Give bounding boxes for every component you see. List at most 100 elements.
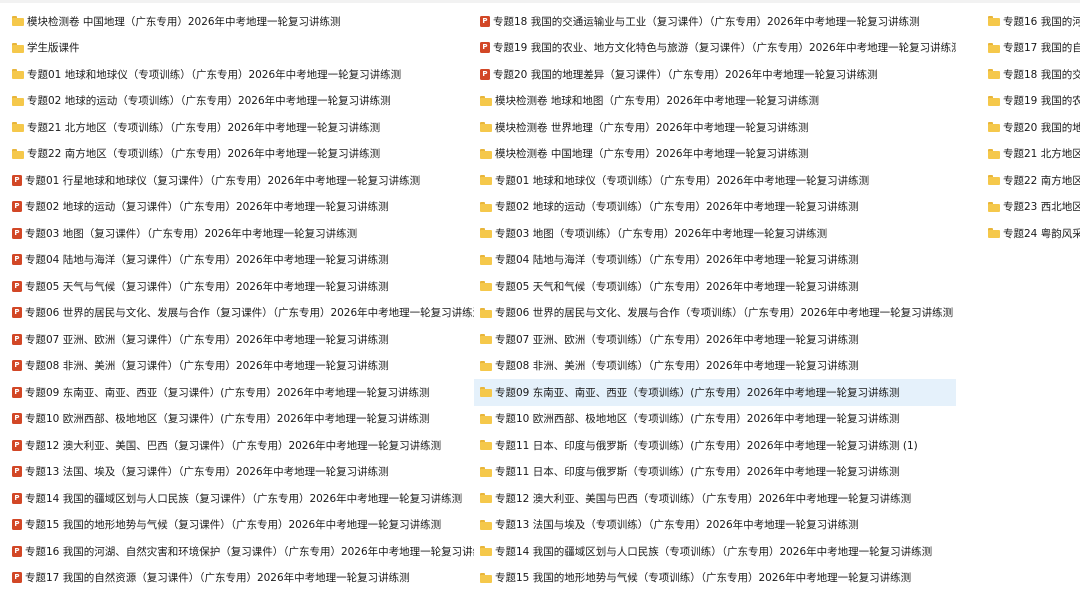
ppt-file-item[interactable]: 专题14 我国的疆域区划与人口民族（复习课件）（广东专用）2026年中考地理一轮…: [6, 485, 474, 512]
ppt-file-item[interactable]: 专题02 地球的运动（复习课件）（广东专用）2026年中考地理一轮复习讲练测: [6, 194, 474, 221]
powerpoint-file-icon: [12, 333, 22, 345]
item-name-label: 专题12 澳大利亚、美国与巴西（专项训练）（广东专用）2026年中考地理一轮复习…: [495, 492, 912, 505]
item-name-label: 专题24 粤韵风采一: [1003, 227, 1080, 240]
item-name-label: 专题08 非洲、美洲（复习课件）（广东专用）2026年中考地理一轮复习讲练测: [25, 360, 389, 373]
ppt-file-item[interactable]: 专题09 东南亚、南亚、西亚（复习课件）(广东专用）2026年中考地理一轮复习讲…: [6, 379, 474, 406]
item-name-label: 专题14 我国的疆域区划与人口民族（复习课件）（广东专用）2026年中考地理一轮…: [25, 492, 463, 505]
powerpoint-file-icon: [12, 492, 22, 504]
item-name-label: 专题17 我国的自然资源（复习课件）（广东专用）2026年中考地理一轮复习讲练测: [25, 572, 410, 585]
folder-item[interactable]: 专题15 我国的地形地势与气候（专项训练）（广东专用）2026年中考地理一轮复习…: [474, 565, 956, 592]
item-name-label: 模块检测卷 地球和地图（广东专用）2026年中考地理一轮复习讲练测: [495, 95, 820, 108]
folder-item[interactable]: 专题07 亚洲、欧洲（专项训练）（广东专用）2026年中考地理一轮复习讲练测: [474, 326, 956, 353]
folder-item[interactable]: 专题05 天气和气候（专项训练）（广东专用）2026年中考地理一轮复习讲练测: [474, 273, 956, 300]
item-name-label: 专题11 日本、印度与俄罗斯（专项训练）(广东专用）2026年中考地理一轮复习讲…: [495, 466, 900, 479]
folder-item[interactable]: 专题11 日本、印度与俄罗斯（专项训练）(广东专用）2026年中考地理一轮复习讲…: [474, 459, 956, 486]
folder-item[interactable]: 专题01 地球和地球仪（专项训练）（广东专用）2026年中考地理一轮复习讲练测: [6, 61, 474, 88]
powerpoint-file-icon: [12, 307, 22, 319]
folder-item[interactable]: 专题08 非洲、美洲（专项训练）（广东专用）2026年中考地理一轮复习讲练测: [474, 353, 956, 380]
item-name-label: 专题10 欧洲西部、极地地区（专项训练）(广东专用）2026年中考地理一轮复习讲…: [495, 413, 900, 426]
folder-icon: [480, 254, 492, 265]
item-name-label: 专题13 法国与埃及（专项训练）（广东专用）2026年中考地理一轮复习讲练测: [495, 519, 859, 532]
ppt-file-item[interactable]: 专题16 我国的河湖、自然灾害和环境保护（复习课件）（广东专用）2026年中考地…: [6, 538, 474, 565]
ppt-file-item[interactable]: 专题17 我国的自然资源（复习课件）（广东专用）2026年中考地理一轮复习讲练测: [6, 565, 474, 592]
folder-item[interactable]: 专题09 东南亚、南亚、西亚（专项训练）(广东专用）2026年中考地理一轮复习讲…: [474, 379, 956, 406]
powerpoint-file-icon: [12, 227, 22, 239]
powerpoint-file-icon: [12, 413, 22, 425]
folder-item[interactable]: 专题24 粤韵风采一: [982, 220, 1080, 247]
folder-item[interactable]: 专题20 我国的地理: [982, 114, 1080, 141]
powerpoint-file-icon: [12, 466, 22, 478]
folder-item[interactable]: 专题02 地球的运动（专项训练）（广东专用）2026年中考地理一轮复习讲练测: [6, 88, 474, 115]
ppt-file-item[interactable]: 专题04 陆地与海洋（复习课件）（广东专用）2026年中考地理一轮复习讲练测: [6, 247, 474, 274]
item-name-label: 专题18 我国的交通: [1003, 68, 1080, 81]
item-name-label: 专题05 天气和气候（专项训练）（广东专用）2026年中考地理一轮复习讲练测: [495, 280, 859, 293]
ppt-file-item[interactable]: 专题12 澳大利亚、美国、巴西（复习课件）（广东专用）2026年中考地理一轮复习…: [6, 432, 474, 459]
folder-item[interactable]: 模块检测卷 中国地理（广东专用）2026年中考地理一轮复习讲练测: [6, 8, 474, 35]
folder-item[interactable]: 专题21 北方地区: [982, 141, 1080, 168]
item-name-label: 专题04 陆地与海洋（复习课件）（广东专用）2026年中考地理一轮复习讲练测: [25, 254, 389, 267]
folder-item[interactable]: 模块检测卷 地球和地图（广东专用）2026年中考地理一轮复习讲练测: [474, 88, 956, 115]
item-name-label: 专题06 世界的居民与文化、发展与合作（专项训练）（广东专用）2026年中考地理…: [495, 307, 954, 320]
folder-item[interactable]: 专题12 澳大利亚、美国与巴西（专项训练）（广东专用）2026年中考地理一轮复习…: [474, 485, 956, 512]
item-name-label: 学生版课件: [27, 42, 80, 55]
folder-item[interactable]: 专题10 欧洲西部、极地地区（专项训练）(广东专用）2026年中考地理一轮复习讲…: [474, 406, 956, 433]
item-name-label: 专题21 北方地区: [1003, 148, 1080, 161]
folder-item[interactable]: 专题21 北方地区（专项训练）（广东专用）2026年中考地理一轮复习讲练测: [6, 114, 474, 141]
ppt-file-item[interactable]: 专题10 欧洲西部、极地地区（复习课件）(广东专用）2026年中考地理一轮复习讲…: [6, 406, 474, 433]
folder-item[interactable]: 模块检测卷 世界地理（广东专用）2026年中考地理一轮复习讲练测: [474, 114, 956, 141]
powerpoint-file-icon: [12, 545, 22, 557]
item-name-label: 专题22 南方地区（专项训练）（广东专用）2026年中考地理一轮复习讲练测: [27, 148, 381, 161]
folder-item[interactable]: 专题17 我国的自然: [982, 35, 1080, 62]
folder-icon: [480, 519, 492, 530]
ppt-file-item[interactable]: 专题05 天气与气候（复习课件）（广东专用）2026年中考地理一轮复习讲练测: [6, 273, 474, 300]
folder-icon: [480, 360, 492, 371]
ppt-file-item[interactable]: 专题03 地图（复习课件）（广东专用）2026年中考地理一轮复习讲练测: [6, 220, 474, 247]
folder-item[interactable]: 专题02 地球的运动（专项训练）（广东专用）2026年中考地理一轮复习讲练测: [474, 194, 956, 221]
item-name-label: 专题04 陆地与海洋（专项训练）（广东专用）2026年中考地理一轮复习讲练测: [495, 254, 859, 267]
folder-item[interactable]: 专题13 法国与埃及（专项训练）（广东专用）2026年中考地理一轮复习讲练测: [474, 512, 956, 539]
folder-icon: [988, 122, 1000, 133]
folder-item[interactable]: 模块检测卷 中国地理（广东专用）2026年中考地理一轮复习讲练测: [474, 141, 956, 168]
powerpoint-file-icon: [480, 42, 490, 54]
folder-item[interactable]: 专题22 南方地区: [982, 167, 1080, 194]
ppt-file-item[interactable]: 专题06 世界的居民与文化、发展与合作（复习课件）（广东专用）2026年中考地理…: [6, 300, 474, 327]
folder-item[interactable]: 专题14 我国的疆域区划与人口民族（专项训练）（广东专用）2026年中考地理一轮…: [474, 538, 956, 565]
file-column-1: 模块检测卷 中国地理（广东专用）2026年中考地理一轮复习讲练测学生版课件专题0…: [6, 8, 474, 591]
folder-item[interactable]: 专题23 西北地区、: [982, 194, 1080, 221]
folder-item[interactable]: 专题11 日本、印度与俄罗斯（专项训练）(广东专用）2026年中考地理一轮复习讲…: [474, 432, 956, 459]
item-name-label: 专题20 我国的地理: [1003, 121, 1080, 134]
ppt-file-item[interactable]: 专题18 我国的交通运输业与工业（复习课件）（广东专用）2026年中考地理一轮复…: [474, 8, 956, 35]
ppt-file-item[interactable]: 专题07 亚洲、欧洲（复习课件）（广东专用）2026年中考地理一轮复习讲练测: [6, 326, 474, 353]
ppt-file-item[interactable]: 专题20 我国的地理差异（复习课件）（广东专用）2026年中考地理一轮复习讲练测: [474, 61, 956, 88]
ppt-file-item[interactable]: 专题15 我国的地形地势与气候（复习课件）（广东专用）2026年中考地理一轮复习…: [6, 512, 474, 539]
folder-item[interactable]: 专题03 地图（专项训练）（广东专用）2026年中考地理一轮复习讲练测: [474, 220, 956, 247]
folder-item[interactable]: 专题18 我国的交通: [982, 61, 1080, 88]
folder-item[interactable]: 专题04 陆地与海洋（专项训练）（广东专用）2026年中考地理一轮复习讲练测: [474, 247, 956, 274]
powerpoint-file-icon: [12, 386, 22, 398]
item-name-label: 专题02 地球的运动（专项训练）（广东专用）2026年中考地理一轮复习讲练测: [27, 95, 391, 108]
item-name-label: 专题09 东南亚、南亚、西亚（专项训练）(广东专用）2026年中考地理一轮复习讲…: [495, 386, 900, 399]
item-name-label: 专题23 西北地区、: [1003, 201, 1080, 214]
item-name-label: 专题16 我国的河湖: [1003, 15, 1080, 28]
item-name-label: 专题12 澳大利亚、美国、巴西（复习课件）（广东专用）2026年中考地理一轮复习…: [25, 439, 442, 452]
item-name-label: 专题03 地图（专项训练）（广东专用）2026年中考地理一轮复习讲练测: [495, 227, 828, 240]
folder-icon: [988, 69, 1000, 80]
ppt-file-item[interactable]: 专题01 行星地球和地球仪（复习课件）（广东专用）2026年中考地理一轮复习讲练…: [6, 167, 474, 194]
folder-icon: [12, 42, 24, 53]
folder-item[interactable]: 专题19 我国的农业: [982, 88, 1080, 115]
folder-icon: [12, 148, 24, 159]
ppt-file-item[interactable]: 专题19 我国的农业、地方文化特色与旅游（复习课件）（广东专用）2026年中考地…: [474, 35, 956, 62]
folder-icon: [480, 307, 492, 318]
folder-icon: [480, 201, 492, 212]
folder-item[interactable]: 专题01 地球和地球仪（专项训练）（广东专用）2026年中考地理一轮复习讲练测: [474, 167, 956, 194]
ppt-file-item[interactable]: 专题13 法国、埃及（复习课件）（广东专用）2026年中考地理一轮复习讲练测: [6, 459, 474, 486]
folder-item[interactable]: 专题16 我国的河湖: [982, 8, 1080, 35]
ppt-file-item[interactable]: 专题08 非洲、美洲（复习课件）（广东专用）2026年中考地理一轮复习讲练测: [6, 353, 474, 380]
folder-item[interactable]: 专题22 南方地区（专项训练）（广东专用）2026年中考地理一轮复习讲练测: [6, 141, 474, 168]
item-name-label: 专题19 我国的农业: [1003, 95, 1080, 108]
item-name-label: 专题01 行星地球和地球仪（复习课件）（广东专用）2026年中考地理一轮复习讲练…: [25, 174, 421, 187]
folder-icon: [480, 148, 492, 159]
folder-item[interactable]: 学生版课件: [6, 35, 474, 62]
folder-item[interactable]: 专题06 世界的居民与文化、发展与合作（专项训练）（广东专用）2026年中考地理…: [474, 300, 956, 327]
item-name-label: 专题16 我国的河湖、自然灾害和环境保护（复习课件）（广东专用）2026年中考地…: [25, 545, 474, 558]
